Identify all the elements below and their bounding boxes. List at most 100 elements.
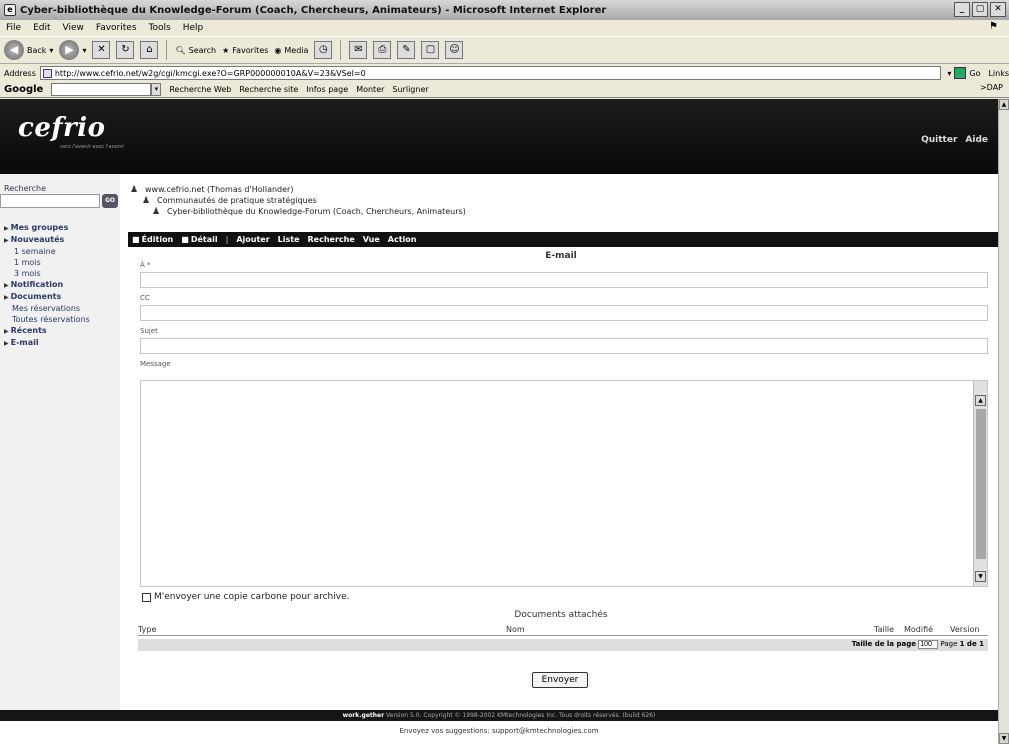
refresh-icon[interactable]: ↻: [116, 41, 135, 59]
messenger-icon[interactable]: ☺: [445, 41, 464, 59]
subject-field[interactable]: [140, 338, 988, 354]
menu-edition[interactable]: Édition: [132, 235, 174, 244]
media-button[interactable]: ◉ Media: [274, 46, 308, 55]
breadcrumb-item[interactable]: ♟ Cyber-bibliothèque du Knowledge-Forum …: [130, 206, 466, 217]
carbon-copy-option[interactable]: M'envoyer une copie carbone pour archive…: [142, 592, 349, 602]
footer-copyright: Version 5.0. Copyright © 1998-2002 KMtec…: [386, 712, 656, 719]
menu-view[interactable]: View: [63, 23, 84, 33]
window-controls: _ ▢ ✕: [954, 2, 1006, 17]
cefrio-logo[interactable]: cefrio: [18, 113, 105, 143]
menu-action[interactable]: Action: [388, 235, 417, 244]
menu-liste[interactable]: Liste: [278, 235, 300, 244]
col-nom[interactable]: Nom: [506, 625, 525, 634]
menu-edit[interactable]: Edit: [33, 23, 50, 33]
history-icon[interactable]: ◷: [314, 41, 333, 59]
scroll-up-icon[interactable]: ▲: [999, 99, 1009, 110]
stop-icon[interactable]: ✕: [92, 41, 111, 59]
menu-recherche[interactable]: Recherche: [308, 235, 355, 244]
to-field[interactable]: [140, 272, 988, 288]
breadcrumb-level3: Cyber-bibliothèque du Knowledge-Forum (C…: [167, 207, 466, 216]
sidebar-item-email[interactable]: E-mail: [4, 337, 118, 349]
page-size-input[interactable]: [918, 640, 939, 649]
attachments-title: Documents attachés: [514, 610, 608, 620]
send-button[interactable]: Envoyer: [532, 672, 588, 688]
minimize-button[interactable]: _: [954, 2, 970, 17]
menu-detail[interactable]: Détail: [181, 235, 218, 244]
edit-icon[interactable]: ✎: [397, 41, 416, 59]
menu-vue[interactable]: Vue: [363, 235, 380, 244]
address-input[interactable]: http://www.cefrio.net/w2g/cgi/kmcgi.exe?…: [39, 66, 942, 80]
col-taille[interactable]: Taille: [874, 625, 894, 634]
forward-button[interactable]: ▶ ▾: [59, 40, 86, 60]
google-search-input[interactable]: [51, 82, 152, 96]
go-button[interactable]: ▾ Go: [947, 67, 980, 79]
sidebar-search-go-button[interactable]: GO: [102, 194, 118, 208]
breadcrumb-item[interactable]: ♟ www.cefrio.net (Thomas d'Hollander): [130, 184, 466, 195]
sidebar-item-toutes-reservations[interactable]: Toutes réservations: [4, 314, 118, 325]
sidebar-item-1-semaine[interactable]: 1 semaine: [4, 246, 118, 257]
sidebar-menu: Mes groupes Nouveautés 1 semaine 1 mois …: [4, 222, 118, 349]
col-modifie[interactable]: Modifié: [904, 625, 933, 634]
surligner-button[interactable]: Surligner: [392, 85, 428, 94]
links-label[interactable]: Links: [988, 69, 1009, 78]
dap-button[interactable]: >DAP: [980, 83, 1003, 92]
sidebar-item-recents[interactable]: Récents: [4, 325, 118, 337]
aide-link[interactable]: Aide: [965, 135, 988, 145]
col-type[interactable]: Type: [138, 625, 156, 634]
suggestions-line[interactable]: Envoyez vos suggestions: support@kmtechn…: [0, 727, 998, 735]
sidebar-item-mes-reservations[interactable]: Mes réservations: [4, 303, 118, 314]
message-label: Message: [140, 360, 171, 368]
sidebar-item-nouveautes[interactable]: Nouveautés: [4, 234, 118, 246]
print-icon[interactable]: ⎙: [373, 41, 392, 59]
menu-tools[interactable]: Tools: [149, 23, 171, 33]
message-field[interactable]: ▲ ▼: [140, 380, 988, 587]
go-arrow-icon: [954, 67, 967, 79]
carbon-copy-checkbox[interactable]: [142, 592, 151, 602]
scroll-up-icon[interactable]: ▲: [975, 395, 986, 406]
page-info-button[interactable]: Infos page: [306, 85, 348, 94]
sidebar-item-notification[interactable]: Notification: [4, 279, 118, 291]
recherche-site-button[interactable]: Recherche site: [239, 85, 298, 94]
cc-field[interactable]: [140, 305, 988, 321]
favorites-label: Favorites: [232, 45, 269, 55]
scroll-thumb[interactable]: [976, 409, 986, 559]
back-label: Back: [27, 45, 47, 55]
back-button[interactable]: ◀ Back ▾: [4, 40, 53, 60]
menu-help[interactable]: Help: [183, 23, 204, 33]
media-icon: ◉: [274, 45, 282, 55]
home-icon[interactable]: ⌂: [140, 41, 159, 59]
maximize-button[interactable]: ▢: [972, 2, 988, 17]
monter-button[interactable]: Monter: [356, 85, 384, 94]
to-label: À *: [140, 261, 151, 269]
sidebar-item-3-mois[interactable]: 3 mois: [4, 268, 118, 279]
search-button[interactable]: 🔍︎ Search: [175, 46, 216, 55]
close-button[interactable]: ✕: [990, 2, 1006, 17]
favorites-button[interactable]: ★ Favorites: [222, 46, 268, 55]
go-label: Go: [969, 68, 981, 78]
message-scrollbar[interactable]: ▲ ▼: [973, 381, 987, 586]
star-icon: ★: [222, 45, 230, 55]
scroll-down-icon[interactable]: ▼: [975, 571, 986, 582]
form-title: E-mail: [545, 251, 577, 261]
breadcrumb-item[interactable]: ♟ Communautés de pratique stratégiques: [130, 195, 466, 206]
sidebar-item-documents[interactable]: Documents: [4, 291, 118, 303]
page-icon: [42, 68, 52, 78]
discuss-icon[interactable]: ▢: [421, 41, 440, 59]
chevron-down-icon[interactable]: ▾: [151, 82, 162, 96]
scroll-down-icon[interactable]: ▼: [999, 733, 1009, 744]
menu-file[interactable]: File: [6, 23, 21, 33]
sidebar-item-mes-groupes[interactable]: Mes groupes: [4, 222, 118, 234]
quitter-link[interactable]: Quitter: [921, 135, 957, 145]
mail-icon[interactable]: ✉: [349, 41, 368, 59]
page-value: 1 de 1: [959, 640, 984, 648]
col-version[interactable]: Version: [950, 625, 979, 634]
sidebar-search-input[interactable]: [0, 194, 100, 208]
sidebar-item-1-mois[interactable]: 1 mois: [4, 257, 118, 268]
menu-favorites[interactable]: Favorites: [96, 23, 137, 33]
search-icon: 🔍︎: [175, 45, 186, 55]
chevron-down-icon: ▾: [947, 68, 952, 78]
page-scrollbar[interactable]: ▲ ▼: [998, 99, 1009, 744]
menu-ajouter[interactable]: Ajouter: [236, 235, 269, 244]
google-logo[interactable]: Google: [4, 84, 43, 95]
recherche-web-button[interactable]: Recherche Web: [169, 85, 231, 94]
